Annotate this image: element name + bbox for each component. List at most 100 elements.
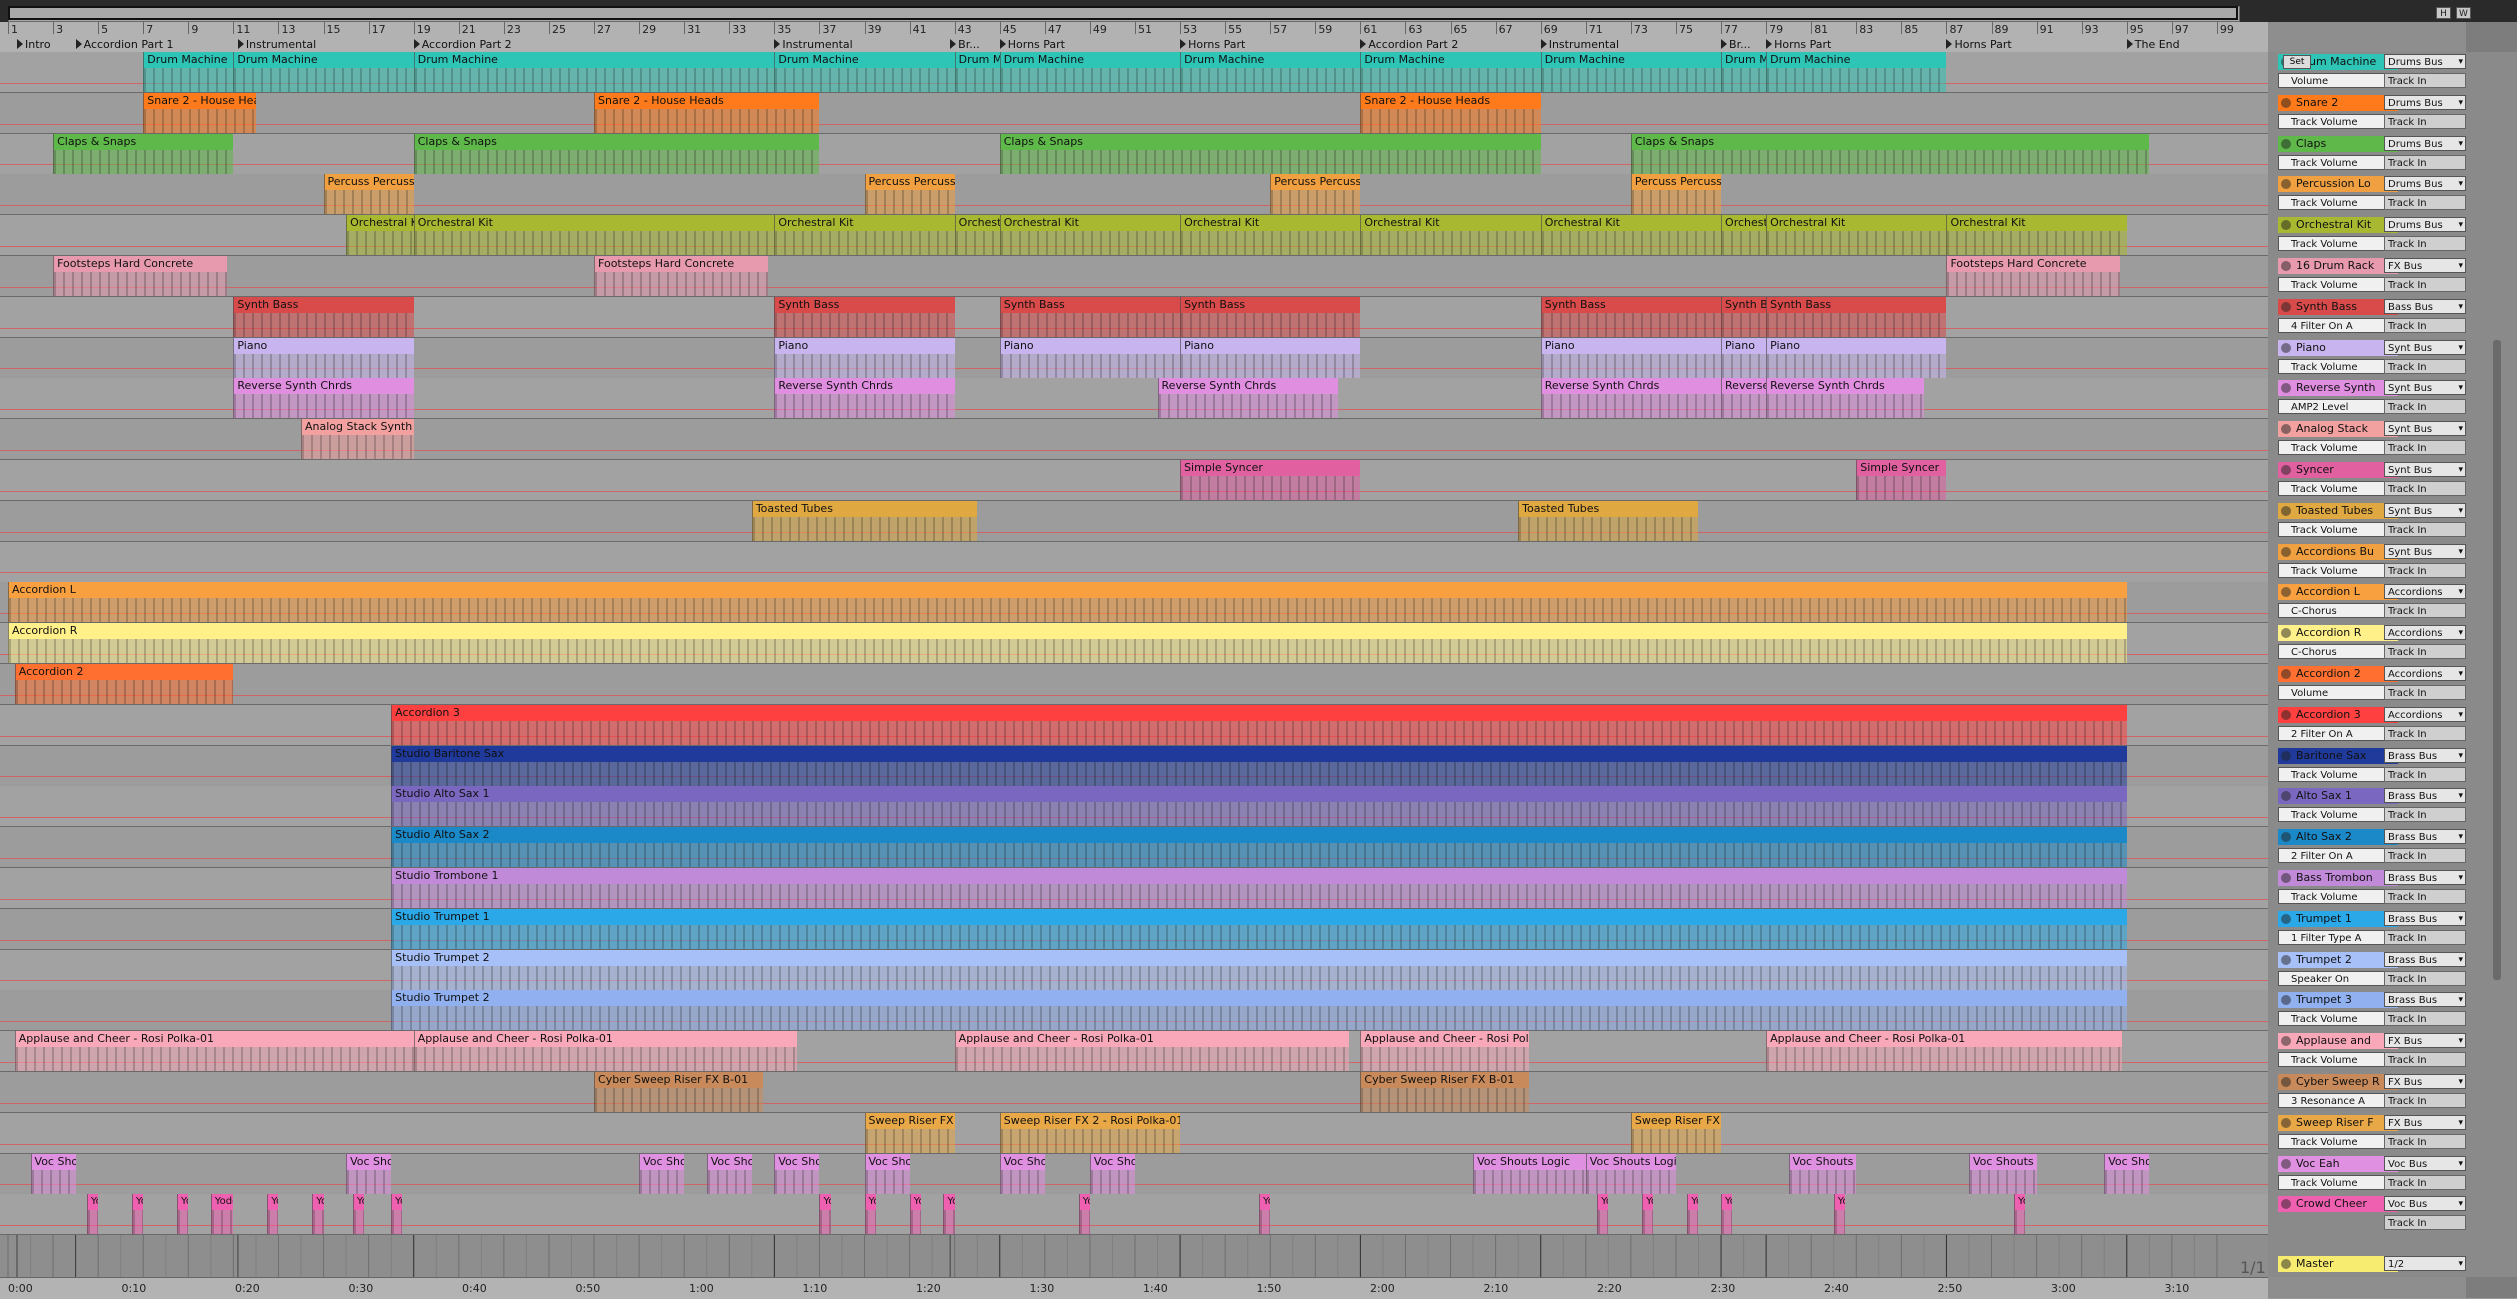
- automation-param-select[interactable]: Track Volume: [2278, 521, 2394, 537]
- arrangement-clip[interactable]: Simple Syncer: [1856, 460, 1947, 500]
- arrangement-clip[interactable]: Yo: [909, 1194, 921, 1235]
- arrangement-clip[interactable]: Drum Machine: [233, 52, 414, 92]
- track-in-select[interactable]: Track In: [2384, 766, 2466, 782]
- arrangement-clip[interactable]: Yo: [1597, 1194, 1609, 1235]
- track-in-select[interactable]: Track In: [2384, 358, 2466, 374]
- track-fold-icon[interactable]: [2281, 97, 2291, 108]
- track-name[interactable]: Snare 2: [2278, 94, 2398, 111]
- arrangement-clip[interactable]: Applause and Cheer - Rosi Polka-01: [1360, 1031, 1530, 1072]
- track-header[interactable]: Sweep Riser F Track Volume FX Bus Track In: [2268, 1113, 2517, 1154]
- automation-line[interactable]: [0, 1102, 2268, 1104]
- track-lane[interactable]: Studio Alto Sax 1: [0, 786, 2268, 828]
- track-lane[interactable]: Accordion R: [0, 623, 2268, 665]
- arrangement-clip[interactable]: Sweep Riser FX 2: [1630, 1112, 1722, 1153]
- track-header[interactable]: Toasted Tubes Track Volume Synt Bus Track I…: [2268, 501, 2517, 542]
- arrangement-clip[interactable]: Piano: [774, 337, 955, 378]
- track-in-select[interactable]: Track In: [2384, 562, 2466, 578]
- arrangement-clip[interactable]: Snare 2 - House Heads: [143, 92, 256, 133]
- arrangement-clip[interactable]: Snare 2 - House Heads: [1360, 92, 1541, 133]
- arrangement-clip[interactable]: Synth Bass: [999, 296, 1181, 337]
- automation-param-select[interactable]: C-Chorus: [2278, 644, 2394, 660]
- track-lane[interactable]: Analog Stack Synth: [0, 419, 2268, 461]
- arrangement-clip[interactable]: Orchestral Kit: [1360, 215, 1541, 256]
- track-lane[interactable]: Accordion 2: [0, 664, 2268, 705]
- output-routing-select[interactable]: Drums Bus: [2384, 176, 2466, 192]
- track-header[interactable]: Syncer Track Volume Synt Bus Track In: [2268, 460, 2517, 501]
- automation-param-select[interactable]: Volume: [2278, 73, 2394, 88]
- track-in-select[interactable]: Track In: [2384, 481, 2466, 496]
- track-name[interactable]: Analog Stack: [2278, 421, 2398, 438]
- output-routing-select[interactable]: Brass Bus: [2384, 910, 2466, 926]
- track-lane[interactable]: Yo Yo Yo Yode Yo Yo Yo Yo Yo Yo Yo Yo Yo Yo Yo Yo Yo Yo Yo…: [0, 1194, 2268, 1236]
- output-routing-select[interactable]: Synt Bus: [2384, 462, 2466, 477]
- track-lane[interactable]: Footsteps Hard Concrete Footsteps Hard Co…: [0, 256, 2268, 297]
- arrangement-clip[interactable]: Accordion R: [8, 623, 2127, 664]
- track-lane[interactable]: Simple Syncer Simple Syncer: [0, 460, 2268, 501]
- track-name[interactable]: Accordion L: [2278, 584, 2398, 601]
- track-fold-icon[interactable]: [2281, 138, 2291, 149]
- locator-marker[interactable]: Horns Part: [1946, 38, 2012, 52]
- output-routing-select[interactable]: Synt Bus: [2384, 421, 2466, 437]
- arrangement-clip[interactable]: Drum M: [1721, 52, 1767, 92]
- arrangement-clip[interactable]: Voc Sho: [774, 1153, 820, 1194]
- track-lane[interactable]: Synth Bass Synth Bass Synth Bass Synth Bass…: [0, 296, 2268, 338]
- output-routing-select[interactable]: Drums Bus: [2384, 94, 2466, 110]
- track-name[interactable]: Trumpet 2: [2278, 951, 2398, 968]
- arrangement-clip[interactable]: Claps & Snaps: [1630, 133, 2150, 174]
- track-fold-icon[interactable]: [2281, 873, 2291, 883]
- automation-param-select[interactable]: Track Volume: [2278, 766, 2394, 782]
- track-in-select[interactable]: Track In: [2384, 1052, 2466, 1068]
- arrangement-clip[interactable]: Accordion 2: [14, 664, 234, 704]
- arrangement-clip[interactable]: Studio Alto Sax 2: [391, 827, 2127, 868]
- arrangement-clip[interactable]: Percuss Percuss: [1630, 174, 1722, 215]
- output-routing-select[interactable]: Accordions: [2384, 625, 2466, 641]
- master-output-select[interactable]: 1/2: [2384, 1256, 2466, 1271]
- arrangement-clip[interactable]: Piano: [1721, 337, 1767, 378]
- locator-marker[interactable]: Br...: [950, 38, 980, 52]
- arrangement-clip[interactable]: Studio Trumpet 2: [391, 990, 2127, 1031]
- track-fold-icon[interactable]: [2281, 913, 2291, 924]
- track-name[interactable]: Crowd Cheer: [2278, 1196, 2398, 1213]
- automation-param-select[interactable]: Track Volume: [2278, 1174, 2394, 1190]
- output-routing-select[interactable]: Accordions: [2384, 584, 2466, 600]
- arrangement-clip[interactable]: Applause and Cheer - Rosi Polka-01: [413, 1031, 797, 1072]
- h-button[interactable]: H: [2436, 7, 2451, 19]
- track-header[interactable]: Crowd Cheer Voc Bus Track In: [2268, 1194, 2517, 1235]
- arrangement-clip[interactable]: Voc Sho: [864, 1153, 910, 1194]
- track-fold-icon[interactable]: [2281, 1199, 2291, 1210]
- arrangement-clip[interactable]: Piano: [1540, 337, 1722, 378]
- output-routing-select[interactable]: Bass Bus: [2384, 298, 2466, 314]
- master-track-name[interactable]: Master: [2278, 1256, 2398, 1272]
- automation-param-select[interactable]: AMP2 Level: [2278, 399, 2394, 415]
- arrangement-clip[interactable]: Voc Sho: [1089, 1153, 1135, 1194]
- w-button[interactable]: W: [2456, 7, 2471, 19]
- arrangement-clip[interactable]: Drum Machine: [1766, 52, 1947, 92]
- track-lanes[interactable]: Drum Machine Drum Machine Drum Machine Drum…: [0, 52, 2268, 1277]
- automation-param-select[interactable]: Track Volume: [2278, 1133, 2394, 1149]
- track-lane[interactable]: [0, 541, 2268, 583]
- track-header[interactable]: Piano Track Volume Synt Bus Track In: [2268, 338, 2517, 379]
- track-in-select[interactable]: Track In: [2384, 970, 2466, 986]
- arrangement-clip[interactable]: Claps & Snaps: [53, 133, 234, 174]
- track-name[interactable]: Alto Sax 1: [2278, 788, 2398, 805]
- track-lane[interactable]: Reverse Synth Chrds Reverse Synth Chrds Re…: [0, 378, 2268, 420]
- arrangement-clip[interactable]: Orchest: [954, 215, 1000, 256]
- arrangement-clip[interactable]: Orchestral Kit: [346, 215, 414, 256]
- track-name[interactable]: Accordion R: [2278, 625, 2398, 642]
- track-name[interactable]: Reverse Synth: [2278, 380, 2398, 397]
- locator-marker[interactable]: Horns Part: [1180, 38, 1245, 52]
- locator-marker[interactable]: Horns Part: [1766, 38, 1831, 52]
- arrangement-clip[interactable]: Reverse Synth Chrds: [774, 378, 955, 419]
- track-header[interactable]: Accordion 2 Volume Accordions Track In: [2268, 664, 2517, 705]
- track-name[interactable]: Claps: [2278, 135, 2398, 152]
- track-name[interactable]: Baritone Sax: [2278, 747, 2398, 764]
- locator-marker[interactable]: Intro: [17, 38, 51, 52]
- track-name[interactable]: Bass Trombon: [2278, 870, 2398, 886]
- track-lane[interactable]: Snare 2 - House Heads Snare 2 - House Hea…: [0, 92, 2268, 134]
- track-in-select[interactable]: Track In: [2384, 725, 2466, 741]
- track-in-select[interactable]: Track In: [2384, 685, 2466, 700]
- locator-marker[interactable]: Instrumental: [774, 38, 853, 52]
- track-name[interactable]: 16 Drum Rack: [2278, 258, 2398, 274]
- automation-line[interactable]: [0, 694, 2268, 696]
- arrangement-clip[interactable]: Percuss Percuss: [1270, 174, 1361, 215]
